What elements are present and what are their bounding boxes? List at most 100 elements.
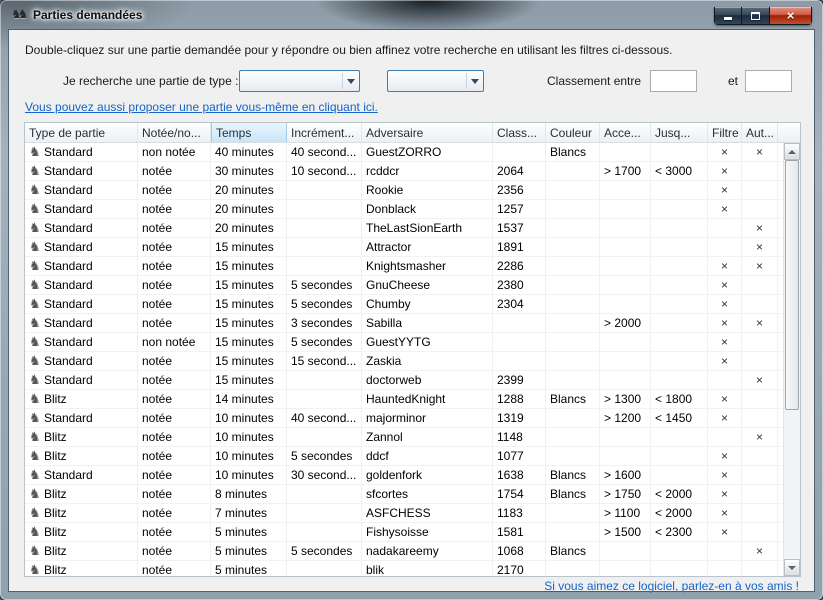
- caption-buttons: ×: [714, 7, 812, 25]
- share-link[interactable]: Si vous aimez ce logiciel, parlez-en à v…: [544, 579, 799, 593]
- game-row[interactable]: ♞Blitznotée14 minutesHauntedKnight1288Bl…: [25, 390, 783, 409]
- cell-rating: [493, 352, 546, 370]
- game-row[interactable]: ♞Standardnotée15 minutesKnightsmasher228…: [25, 257, 783, 276]
- cell-time: 10 minutes: [211, 466, 287, 484]
- cell-filter: ×: [708, 257, 742, 275]
- game-type-text: Blitz: [44, 449, 67, 463]
- cell-opp: ASFCHESS: [362, 504, 493, 522]
- knight-icon: ♞: [29, 354, 44, 367]
- cell-opp: Sabilla: [362, 314, 493, 332]
- cell-auto: [742, 295, 778, 313]
- game-row[interactable]: ♞Standardnon notée40 minutes40 second...…: [25, 143, 783, 162]
- column-header-time[interactable]: Temps: [211, 123, 287, 142]
- cell-acc: > 1600: [600, 466, 651, 484]
- knight-icon: ♞: [29, 544, 44, 557]
- game-row[interactable]: ♞Standardnotée15 minutesdoctorweb2399×: [25, 371, 783, 390]
- game-subtype-select[interactable]: [387, 70, 484, 92]
- cell-opp: Attractor: [362, 238, 493, 256]
- game-row[interactable]: ♞Standardnotée30 minutes10 second...rcdd…: [25, 162, 783, 181]
- game-row[interactable]: ♞Blitznotée10 minutesZannol1148×: [25, 428, 783, 447]
- cell-time: 20 minutes: [211, 200, 287, 218]
- column-header-upto[interactable]: Jusq...: [651, 123, 708, 142]
- cell-rating: 2064: [493, 162, 546, 180]
- app-icon: ♞♞: [11, 7, 31, 21]
- cell-acc: > 1500: [600, 523, 651, 541]
- column-header-opp[interactable]: Adversaire: [362, 123, 493, 142]
- close-button[interactable]: ×: [770, 7, 812, 25]
- cell-auto: ×: [742, 371, 778, 389]
- game-row[interactable]: ♞Blitznotée8 minutessfcortes1754Blancs> …: [25, 485, 783, 504]
- game-row[interactable]: ♞Standardnotée10 minutes30 second...gold…: [25, 466, 783, 485]
- game-row[interactable]: ♞Standardnotée15 minutes5 secondesChumby…: [25, 295, 783, 314]
- cell-acc: [600, 333, 651, 351]
- column-header-type[interactable]: Type de partie: [25, 123, 138, 142]
- cell-rating: 1148: [493, 428, 546, 446]
- propose-game-link[interactable]: Vous pouvez aussi proposer une partie vo…: [25, 100, 378, 114]
- cell-color: [546, 314, 600, 332]
- vertical-scrollbar[interactable]: [783, 143, 800, 576]
- game-type-select[interactable]: [239, 70, 360, 92]
- cell-filter: ×: [708, 162, 742, 180]
- column-header-color[interactable]: Couleur: [546, 123, 600, 142]
- cell-rated: notée: [138, 200, 211, 218]
- rating-min-input[interactable]: [650, 70, 697, 92]
- cell-rated: notée: [138, 466, 211, 484]
- minimize-icon: [724, 17, 732, 20]
- game-row[interactable]: ♞Standardnotée20 minutesRookie2356×: [25, 181, 783, 200]
- cell-inc: 5 secondes: [287, 447, 362, 465]
- game-type-text: Blitz: [44, 430, 67, 444]
- cell-auto: [742, 504, 778, 522]
- cell-acc: [600, 238, 651, 256]
- game-row[interactable]: ♞Standardnotée10 minutes40 second...majo…: [25, 409, 783, 428]
- game-row[interactable]: ♞Standardnotée15 minutesAttractor1891×: [25, 238, 783, 257]
- game-row[interactable]: ♞Standardnotée20 minutesDonblack1257×: [25, 200, 783, 219]
- cell-opp: Zannol: [362, 428, 493, 446]
- scroll-up-button[interactable]: [784, 143, 800, 160]
- game-row[interactable]: ♞Standardnotée15 minutes3 secondesSabill…: [25, 314, 783, 333]
- column-header-rated[interactable]: Notée/no...: [138, 123, 211, 142]
- game-row[interactable]: ♞Standardnotée15 minutes5 secondesGnuChe…: [25, 276, 783, 295]
- table-header: Type de partieNotée/no...TempsIncrément.…: [25, 123, 800, 143]
- game-row[interactable]: ♞Blitznotée5 minutesFishysoisse1581> 150…: [25, 523, 783, 542]
- column-header-inc[interactable]: Incrément...: [287, 123, 362, 142]
- game-row[interactable]: ♞Blitznotée5 minutes5 secondesnadakareem…: [25, 542, 783, 561]
- game-type-label: Je recherche une partie de type :: [63, 74, 238, 88]
- cell-auto: ×: [742, 314, 778, 332]
- rating-max-input[interactable]: [745, 70, 792, 92]
- column-header-rating[interactable]: Class...: [493, 123, 546, 142]
- game-row[interactable]: ♞Blitznotée7 minutesASFCHESS1183> 1100< …: [25, 504, 783, 523]
- cell-time: 10 minutes: [211, 409, 287, 427]
- cell-time: 10 minutes: [211, 447, 287, 465]
- cell-acc: [600, 200, 651, 218]
- game-type-text: Standard: [44, 259, 93, 273]
- knight-icon: ♞: [29, 449, 44, 462]
- game-row[interactable]: ♞Standardnon notée15 minutes5 secondesGu…: [25, 333, 783, 352]
- game-row[interactable]: ♞Standardnotée15 minutes15 second...Zask…: [25, 352, 783, 371]
- cell-type: ♞Standard: [25, 219, 138, 237]
- game-row[interactable]: ♞Blitznotée10 minutes5 secondesddcf1077×: [25, 447, 783, 466]
- cell-rated: notée: [138, 542, 211, 560]
- cell-time: 8 minutes: [211, 485, 287, 503]
- game-row[interactable]: ♞Standardnotée20 minutesTheLastSionEarth…: [25, 219, 783, 238]
- column-header-acc[interactable]: Acce...: [600, 123, 651, 142]
- cell-filter: [708, 542, 742, 560]
- game-type-text: Blitz: [44, 563, 67, 576]
- scrollbar-thumb[interactable]: [785, 160, 799, 410]
- cell-upto: [651, 314, 708, 332]
- cell-rating: [493, 314, 546, 332]
- cell-time: 15 minutes: [211, 352, 287, 370]
- scroll-down-button[interactable]: [784, 559, 800, 576]
- knight-icon: ♞: [29, 316, 44, 329]
- column-header-auto[interactable]: Aut...: [742, 123, 778, 142]
- column-header-filter[interactable]: Filtre: [708, 123, 742, 142]
- titlebar[interactable]: ♞♞ Parties demandées ×: [0, 0, 823, 29]
- cell-filter: [708, 561, 742, 576]
- game-row[interactable]: ♞Blitznotée5 minutesblik2170: [25, 561, 783, 576]
- cell-rating: 1257: [493, 200, 546, 218]
- cell-color: [546, 447, 600, 465]
- cell-auto: [742, 276, 778, 294]
- maximize-button[interactable]: [742, 7, 770, 25]
- minimize-button[interactable]: [714, 7, 742, 25]
- cell-filter: ×: [708, 295, 742, 313]
- cell-type: ♞Blitz: [25, 485, 138, 503]
